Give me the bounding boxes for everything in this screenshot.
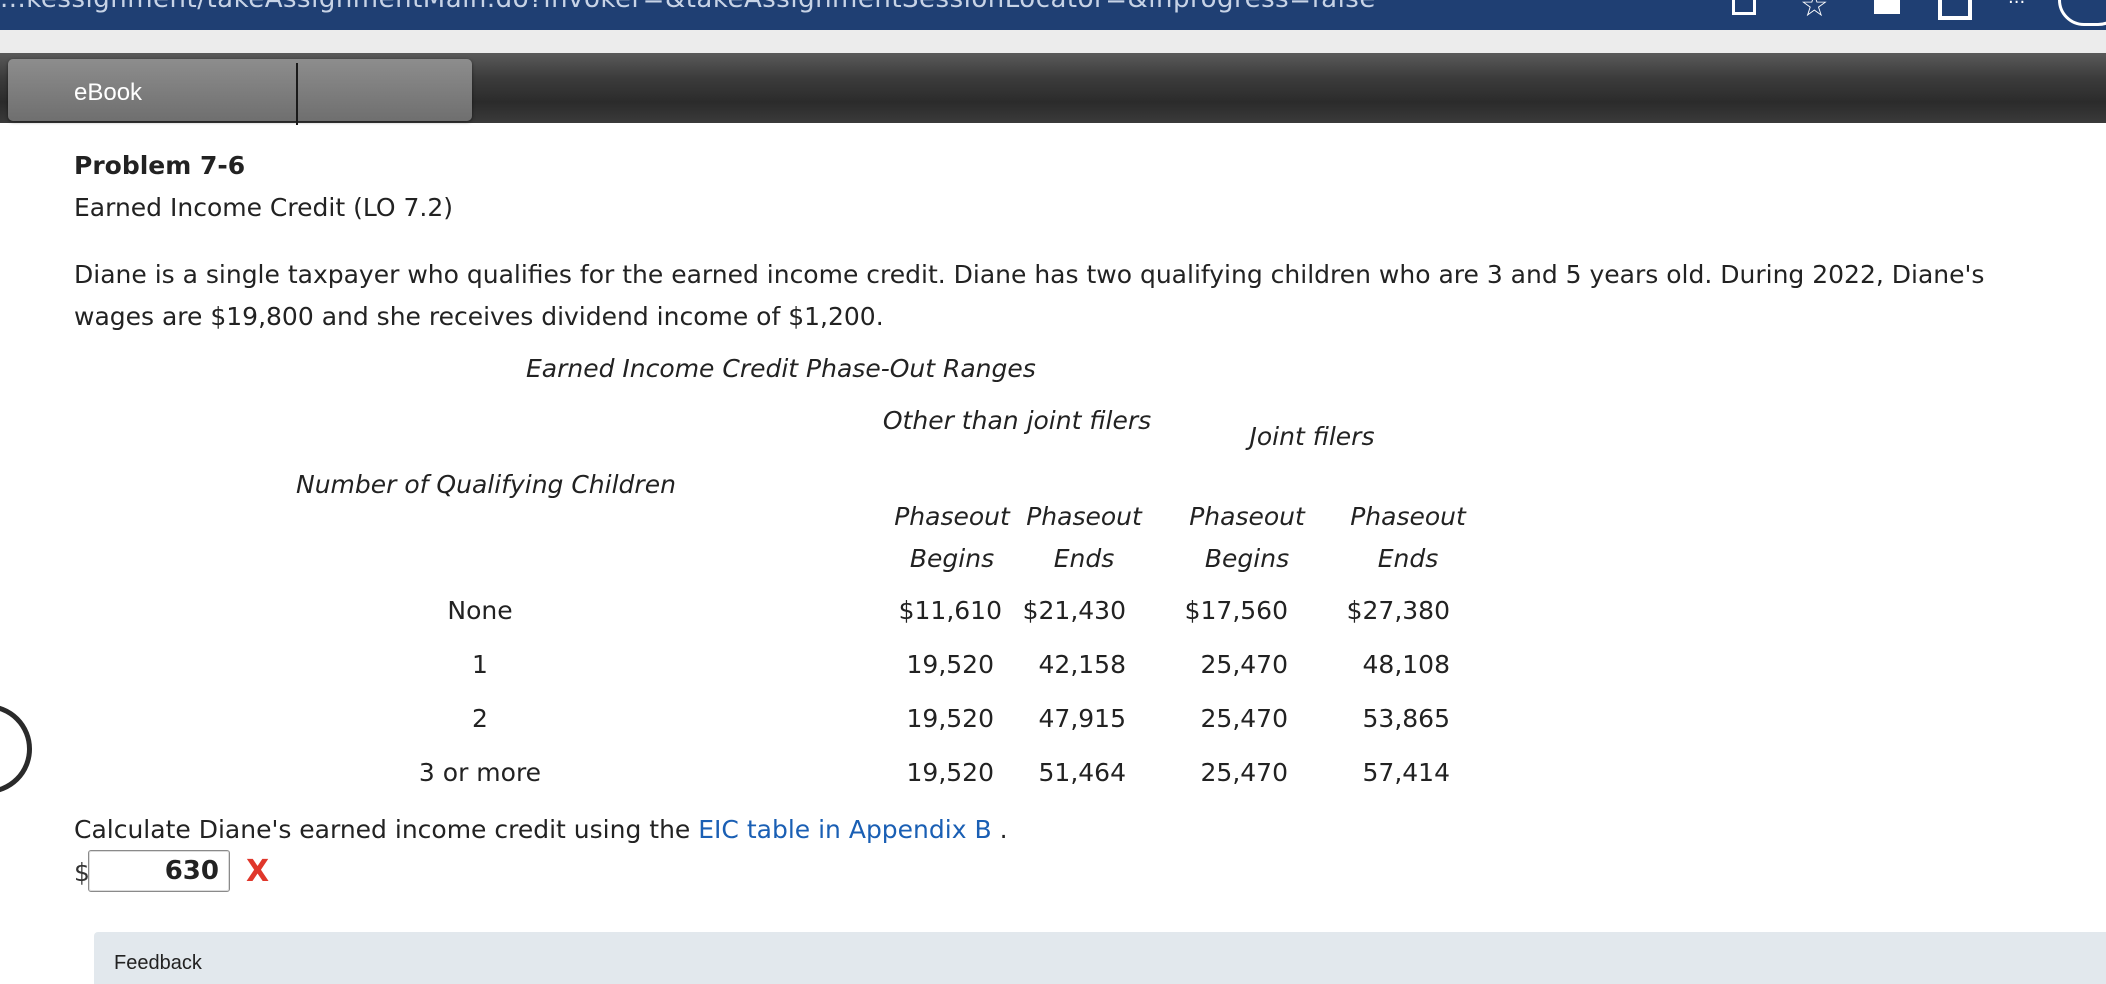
question-prefix: Calculate Diane's earned income credit u… bbox=[74, 815, 691, 844]
subheader-phaseout-begins: Phaseout Begins bbox=[894, 502, 1010, 573]
table-cell: 53,865 bbox=[1362, 704, 1450, 733]
ebook-button[interactable]: eBook bbox=[8, 59, 472, 125]
table-cell: 19,520 bbox=[906, 704, 994, 733]
table-cell: 19,520 bbox=[906, 758, 994, 787]
browser-address-bar[interactable]: ...kessignment/takeAssignmentMain.do?inv… bbox=[0, 0, 2106, 30]
problem-subtitle: Earned Income Credit (LO 7.2) bbox=[74, 193, 453, 222]
bookmark-star-icon[interactable]: ☆ bbox=[1800, 0, 1829, 24]
browser-toolbar-icons: ☆ ··· bbox=[1706, 0, 2106, 30]
question-text: Calculate Diane's earned income credit u… bbox=[74, 815, 1008, 844]
table-cell: $27,380 bbox=[1346, 596, 1450, 625]
row-label: 3 or more bbox=[418, 758, 542, 787]
tab-window-icon[interactable] bbox=[1938, 0, 1972, 20]
feedback-label: Feedback bbox=[114, 952, 202, 974]
table-caption: Earned Income Credit Phase-Out Ranges bbox=[526, 354, 1036, 383]
subheader-phaseout-begins: Phaseout Begins bbox=[1189, 502, 1305, 573]
row-label: None bbox=[447, 596, 513, 625]
subheader-phaseout-ends: Phaseout Ends bbox=[1026, 502, 1142, 573]
subheader-phaseout-ends: Phaseout Ends bbox=[1350, 502, 1466, 573]
ebook-toolbar: eBook bbox=[0, 53, 2106, 125]
table-cell: 19,520 bbox=[906, 650, 994, 679]
table-cell: 42,158 bbox=[1038, 650, 1126, 679]
question-suffix: . bbox=[999, 815, 1008, 844]
header-number-of-children: Number of Qualifying Children bbox=[296, 470, 676, 499]
table-cell: 51,464 bbox=[1038, 758, 1126, 787]
header-other-than-joint: Other than joint filers bbox=[882, 406, 1152, 435]
url-text: ...kessignment/takeAssignmentMain.do?inv… bbox=[0, 0, 1376, 14]
extensions-icon[interactable] bbox=[1732, 0, 1756, 15]
header-joint-filers: Joint filers bbox=[1249, 422, 1375, 451]
incorrect-x-icon: X bbox=[246, 854, 270, 889]
table-cell: 25,470 bbox=[1200, 704, 1288, 733]
table-cell: $17,560 bbox=[1184, 596, 1288, 625]
home-icon[interactable] bbox=[1874, 0, 1900, 14]
ebook-label: eBook bbox=[74, 79, 143, 106]
table-cell: 25,470 bbox=[1200, 758, 1288, 787]
problem-title: Problem 7-6 bbox=[74, 151, 246, 180]
table-cell: 47,915 bbox=[1038, 704, 1126, 733]
feedback-panel[interactable]: Feedback bbox=[94, 932, 2106, 984]
tab-divider bbox=[296, 63, 298, 125]
row-label: 1 bbox=[472, 650, 488, 679]
profile-icon[interactable] bbox=[2058, 0, 2106, 26]
table-cell: 57,414 bbox=[1362, 758, 1450, 787]
table-cell: 25,470 bbox=[1200, 650, 1288, 679]
table-cell: $21,430 bbox=[1022, 596, 1126, 625]
side-tool-icon[interactable] bbox=[0, 704, 32, 794]
row-label: 2 bbox=[472, 704, 488, 733]
tab-strip-gap bbox=[0, 30, 2106, 53]
table-cell: 48,108 bbox=[1362, 650, 1450, 679]
table-cell: $11,610 bbox=[898, 596, 1002, 625]
menu-dots-icon[interactable]: ··· bbox=[2008, 0, 2025, 13]
eic-table-link[interactable]: EIC table in Appendix B bbox=[698, 815, 991, 844]
problem-text: Diane is a single taxpayer who qualifies… bbox=[74, 260, 1985, 331]
answer-input[interactable] bbox=[88, 850, 230, 892]
